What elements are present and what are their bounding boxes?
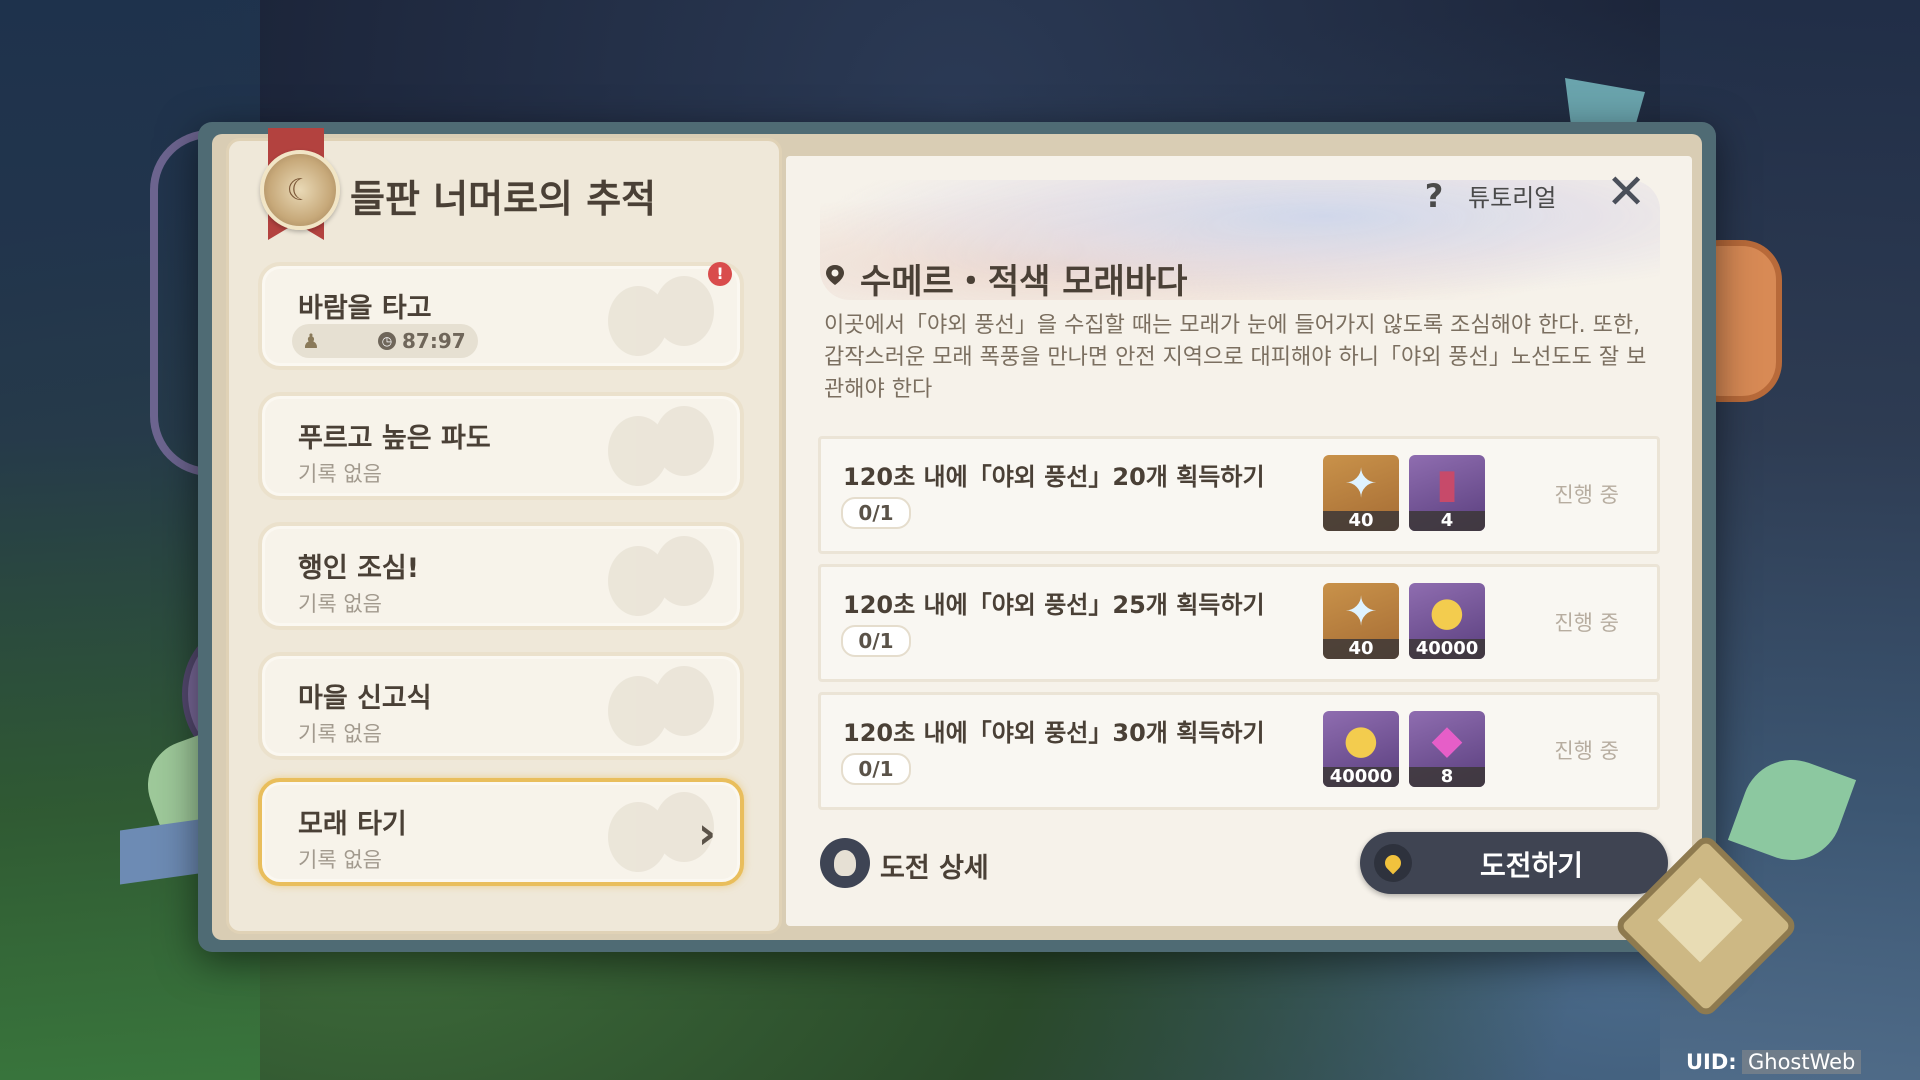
event-medal-icon: ☾ [260, 150, 340, 230]
mora-coin-icon: ● [1343, 717, 1379, 763]
reward-qty: 4 [1409, 511, 1485, 531]
reward-primogem[interactable]: ✦ 40 [1323, 455, 1399, 531]
uid-value: GhostWeb [1742, 1050, 1862, 1074]
challenge-text: 120초 내에「야외 풍선」30개 획득하기 [843, 719, 1265, 747]
challenge-status: 진행 중 [1554, 611, 1619, 635]
reward-crystal[interactable]: ◆ 8 [1409, 711, 1485, 787]
best-record-pill: ♟ ◷ 87:97 [292, 324, 478, 358]
reward-mora[interactable]: ● 40000 [1323, 711, 1399, 787]
challenge-status: 진행 중 [1554, 483, 1619, 507]
uid-label: UID: [1686, 1050, 1737, 1074]
stage-record: 기록 없음 [298, 722, 382, 746]
stage-name: 모래 타기 [298, 809, 407, 840]
challenge-progress: 0/1 [841, 753, 911, 785]
location-title: 수메르・적색 모래바다 [860, 262, 1188, 302]
reward-mora[interactable]: ● 40000 [1409, 583, 1485, 659]
stage-name: 푸르고 높은 파도 [298, 423, 491, 454]
stage-name: 행인 조심! [298, 553, 420, 584]
balloon-icon [608, 666, 718, 754]
crystal-ore-icon: ◆ [1431, 717, 1463, 763]
reward-book[interactable]: ▮ 4 [1409, 455, 1485, 531]
reward-qty: 8 [1409, 767, 1485, 787]
heros-wit-book-icon: ▮ [1435, 461, 1458, 507]
event-title: 들판 너머로의 추적 [350, 177, 657, 221]
reward-primogem[interactable]: ✦ 40 [1323, 583, 1399, 659]
reward-qty: 40 [1323, 639, 1399, 659]
challenge-detail-icon[interactable] [820, 838, 870, 888]
best-time: 87:97 [402, 329, 466, 353]
challenge-status: 진행 중 [1554, 739, 1619, 763]
challenge-row-3: 120초 내에「야외 풍선」30개 획득하기 0/1 ● 40000 ◆ 8 진… [818, 692, 1660, 810]
chevron-right-icon: › [697, 808, 716, 859]
location-pin-icon [826, 265, 844, 285]
start-challenge-label: 도전하기 [1480, 849, 1584, 882]
stage-record: 기록 없음 [298, 462, 382, 486]
stage-card-5[interactable]: 모래 타기 기록 없음 › [258, 778, 744, 886]
question-icon[interactable]: ? [1414, 176, 1454, 216]
challenge-progress: 0/1 [841, 625, 911, 657]
person-icon: ♟ [302, 329, 320, 353]
map-pin-icon [1374, 844, 1412, 882]
challenge-text: 120초 내에「야외 풍선」20개 획득하기 [843, 463, 1265, 491]
stage-card-3[interactable]: 행인 조심! 기록 없음 [258, 522, 744, 630]
stage-name: 마을 신고식 [298, 683, 432, 714]
challenge-progress: 0/1 [841, 497, 911, 529]
balloon-icon [608, 276, 718, 364]
stage-record: 기록 없음 [298, 848, 382, 872]
primogem-icon: ✦ [1344, 461, 1378, 507]
stage-card-2[interactable]: 푸르고 높은 파도 기록 없음 [258, 392, 744, 500]
challenge-row-2: 120초 내에「야외 풍선」25개 획득하기 0/1 ✦ 40 ● 40000 … [818, 564, 1660, 682]
primogem-icon: ✦ [1344, 589, 1378, 635]
clock-icon: ◷ [378, 332, 396, 350]
close-icon[interactable]: ✕ [1606, 168, 1646, 216]
balloon-icon [608, 536, 718, 624]
stage-name: 바람을 타고 [298, 293, 432, 324]
challenge-detail-button[interactable]: 도전 상세 [880, 846, 989, 885]
location-description: 이곳에서「야외 풍선」을 수집할 때는 모래가 눈에 들어가지 않도록 조심해야… [824, 313, 1647, 402]
alert-icon: ! [708, 262, 732, 286]
reward-qty: 40 [1323, 511, 1399, 531]
reward-qty: 40000 [1323, 767, 1399, 787]
challenge-text: 120초 내에「야외 풍선」25개 획득하기 [843, 591, 1265, 619]
start-challenge-button[interactable]: 도전하기 [1360, 832, 1668, 894]
stage-record: 기록 없음 [298, 592, 382, 616]
stage-card-4[interactable]: 마을 신고식 기록 없음 [258, 652, 744, 760]
tutorial-button[interactable]: 튜토리얼 [1468, 178, 1556, 213]
challenge-row-1: 120초 내에「야외 풍선」20개 획득하기 0/1 ✦ 40 ▮ 4 진행 중 [818, 436, 1660, 554]
reward-qty: 40000 [1409, 639, 1485, 659]
mora-coin-icon: ● [1429, 589, 1465, 635]
stage-card-1[interactable]: 바람을 타고 ♟ ◷ 87:97 ! [258, 262, 744, 370]
balloon-icon [608, 406, 718, 494]
